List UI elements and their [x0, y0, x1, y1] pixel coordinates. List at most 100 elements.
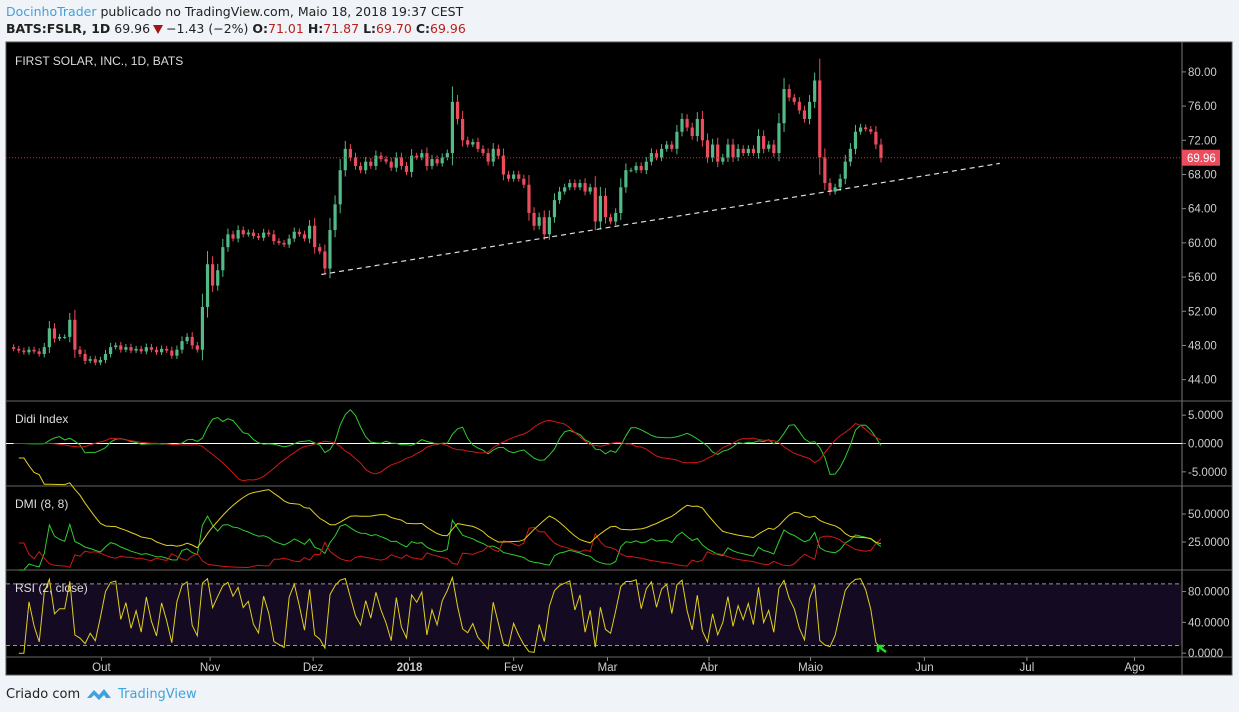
candle-body: [542, 217, 546, 235]
rsi-axis-tick-label: 80.0000: [1188, 587, 1230, 599]
candle-body: [466, 140, 470, 145]
candle-body: [751, 148, 756, 154]
candle-body: [695, 118, 699, 137]
candle-body: [297, 231, 301, 235]
candle-body: [114, 345, 118, 348]
tradingview-logo-icon: [87, 689, 112, 700]
candle-body: [471, 142, 475, 145]
candle-body: [404, 165, 409, 172]
price-tick-label: 68.00: [1188, 169, 1217, 181]
candle-body: [552, 200, 557, 218]
chart[interactable]: 80.00 76.00 72.00 68.00 64.00 60.00 56.00 52.00…: [0, 0, 1239, 712]
candle-body: [348, 148, 352, 158]
candle-body: [272, 234, 276, 242]
candle-body: [670, 144, 674, 149]
footer: Criado com TradingView: [6, 686, 197, 702]
candle-body: [802, 110, 807, 119]
candle-body: [711, 144, 715, 158]
candle-body: [506, 174, 511, 179]
candle-body: [557, 191, 562, 201]
last-price-label: 69.96: [1187, 153, 1216, 165]
candle-body: [593, 187, 597, 222]
chart-title: FIRST SOLAR, INC., 1D, BATS: [15, 54, 183, 68]
candle-body: [629, 170, 633, 172]
price-tick-label: 76.00: [1188, 101, 1217, 113]
candle-body: [481, 148, 485, 154]
candle-body: [175, 349, 179, 356]
price-tick-label: 56.00: [1188, 272, 1217, 284]
candle-body: [200, 306, 205, 350]
didi-axis-tick-label: 5.0000: [1188, 410, 1223, 422]
candle-body: [37, 351, 41, 354]
dmi-title: DMI (8, 8): [15, 497, 68, 511]
candle-body: [144, 347, 148, 352]
candle-body: [619, 187, 623, 213]
candle-body: [205, 264, 210, 307]
candle-body: [547, 217, 551, 235]
candle-body: [343, 148, 347, 171]
candle-body: [848, 148, 852, 162]
time-tick-label: Maio: [798, 662, 823, 674]
candle-body: [415, 155, 419, 158]
candle-body: [797, 101, 801, 111]
candle-body: [879, 144, 883, 158]
candle-body: [476, 142, 480, 149]
candle-body: [307, 225, 312, 239]
candle-body: [313, 225, 317, 248]
time-tick-label: Jun: [915, 662, 934, 674]
candle-body: [864, 127, 868, 130]
candle-body: [746, 148, 750, 154]
didi-title: Didi Index: [15, 412, 68, 426]
candle-body: [17, 348, 21, 351]
candle-body: [160, 348, 164, 353]
price-tick-label: 48.00: [1188, 340, 1217, 352]
time-tick-label: Abr: [700, 662, 718, 674]
candle-body: [73, 319, 77, 350]
tradingview-link[interactable]: TradingView: [118, 687, 197, 702]
rsi-axis-tick-label: 40.0000: [1188, 617, 1230, 629]
candle-body: [267, 232, 271, 235]
candle-body: [68, 319, 72, 337]
price-tick-label: 44.00: [1188, 375, 1217, 387]
candle-body: [389, 161, 393, 168]
candle-body: [338, 170, 342, 205]
candle-body: [358, 165, 363, 171]
candle-body: [792, 97, 796, 102]
candle-body: [532, 212, 536, 226]
candle-body: [440, 157, 444, 164]
candle-body: [108, 347, 113, 354]
candle-body: [246, 232, 250, 235]
candle-body: [364, 161, 368, 171]
price-tick-label: 72.00: [1188, 135, 1217, 147]
didi-axis-tick-label: 0.0000: [1188, 439, 1223, 451]
candle-body: [644, 161, 648, 171]
candle-body: [726, 144, 730, 158]
candle-body: [654, 153, 659, 158]
candle-body: [277, 241, 281, 243]
candle-body: [491, 148, 495, 162]
candle-body: [772, 144, 776, 154]
candle-body: [221, 247, 225, 271]
candle-body: [241, 230, 245, 235]
candle-body: [843, 161, 847, 179]
candle-body: [537, 217, 541, 226]
candle-body: [22, 350, 26, 353]
candle-body: [236, 230, 240, 239]
candle-body: [384, 159, 388, 162]
candle-body: [318, 247, 322, 252]
candle-body: [88, 359, 92, 361]
candle-body: [731, 144, 735, 158]
candle-body: [98, 359, 102, 363]
candle-body: [420, 153, 424, 158]
candle-body: [119, 345, 123, 350]
candle-body: [690, 127, 694, 137]
candle-body: [450, 101, 455, 154]
candle-body: [777, 123, 781, 154]
candle-body: [823, 157, 827, 184]
price-tick-label: 60.00: [1188, 238, 1217, 250]
candle-body: [858, 127, 863, 132]
candle-body: [634, 165, 638, 171]
candle-body: [262, 232, 266, 238]
created-with-text: Criado com: [6, 686, 81, 702]
candle-body: [425, 153, 429, 166]
